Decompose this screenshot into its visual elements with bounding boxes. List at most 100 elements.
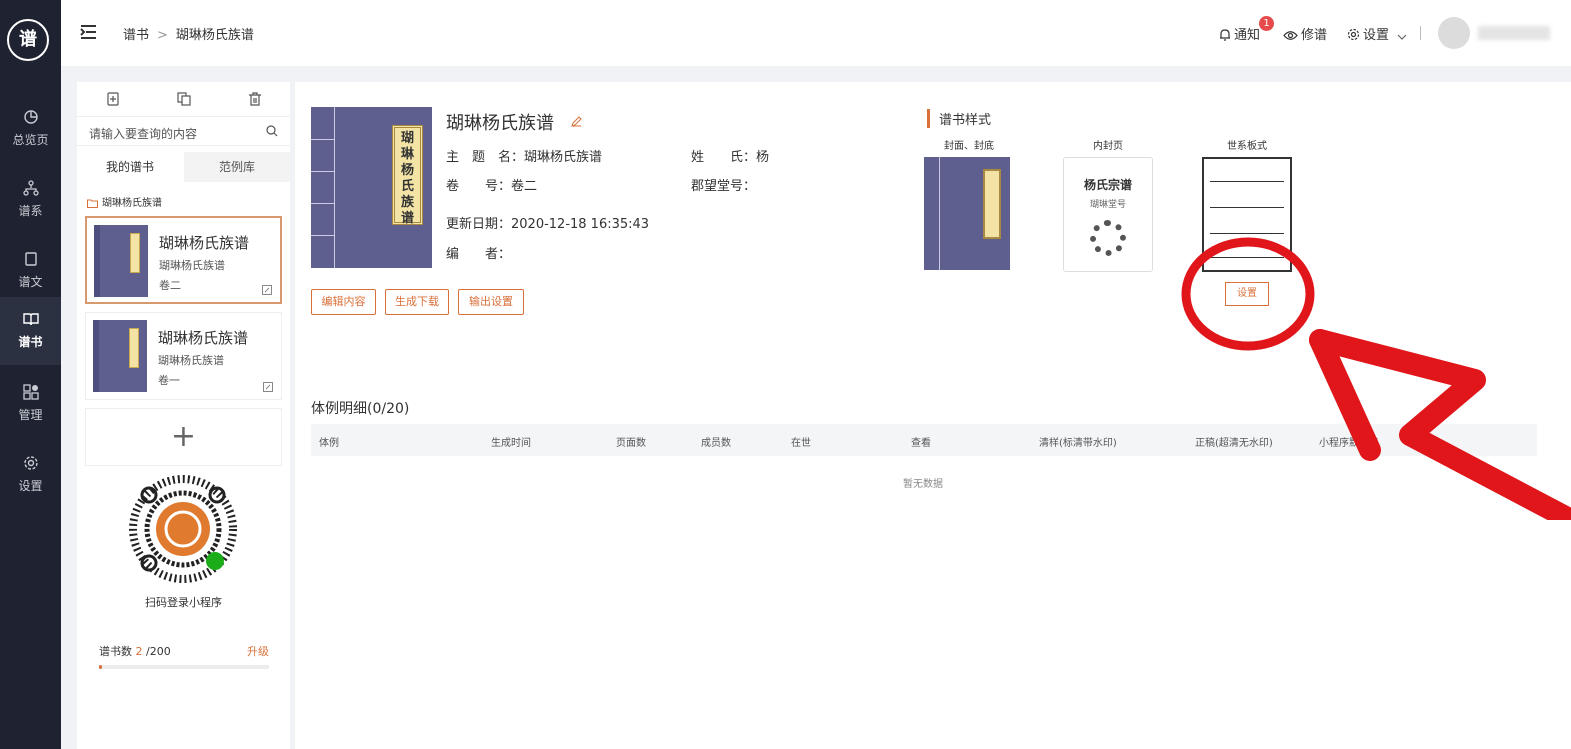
column-header: 页面数 — [616, 438, 646, 449]
detail-title: 体例明细(0/20) — [311, 401, 410, 417]
avatar[interactable] — [1438, 17, 1470, 49]
nav-item-settings[interactable]: 设置 — [0, 441, 61, 509]
bell-icon — [1220, 29, 1230, 41]
menu-toggle-icon[interactable] — [80, 24, 97, 40]
revise-button[interactable]: 修谱 — [1283, 24, 1327, 43]
copy-icon[interactable] — [177, 92, 191, 106]
grid-icon — [22, 384, 39, 400]
nav-label: 总览页 — [12, 133, 49, 147]
gear-icon — [1347, 28, 1360, 41]
edit-icon[interactable] — [262, 285, 272, 295]
inner-page-subtitle: 瑚琳堂号 — [1089, 200, 1126, 210]
book-title: 瑚琳杨氏族谱 — [158, 329, 249, 347]
username-blurred[interactable] — [1478, 26, 1550, 40]
folder-item[interactable]: 瑚琳杨氏族谱 — [87, 194, 162, 209]
search-input[interactable]: 请输入要查询的内容 — [77, 116, 290, 146]
nav-item-overview[interactable]: 总览页 — [0, 95, 61, 163]
quota-text: 谱书数 2 /200 — [99, 643, 171, 659]
field-volume: 卷 号：卷二 — [446, 179, 538, 194]
header-divider — [1420, 26, 1421, 40]
add-file-icon[interactable] — [106, 92, 120, 106]
cover-label: 瑚琳杨氏族谱 — [392, 125, 423, 226]
nav-item-books[interactable]: 谱书 — [0, 297, 61, 365]
cover-style-thumbnail[interactable] — [924, 157, 1010, 270]
quota-progress-bar — [99, 665, 269, 669]
pencil-icon[interactable] — [571, 116, 582, 127]
folder-label: 瑚琳杨氏族谱 — [102, 198, 162, 209]
book-name: 瑚琳杨氏族谱 — [446, 113, 554, 134]
field-surname: 姓 氏：杨 — [691, 150, 770, 165]
column-header: 清样(标清带水印) — [1039, 438, 1117, 449]
tab-examples[interactable]: 范例库 — [184, 152, 290, 182]
edit-content-button[interactable]: 编辑内容 — [311, 289, 376, 315]
notify-button[interactable]: 通知 1 — [1219, 16, 1274, 43]
nav-item-lineage[interactable]: 谱系 — [0, 166, 61, 234]
folder-icon — [87, 199, 98, 208]
book-subtitle: 瑚琳杨氏族谱 — [159, 259, 225, 272]
tab-my-books[interactable]: 我的谱书 — [77, 152, 183, 182]
column-header: 体例 — [319, 438, 339, 449]
book-card[interactable]: 瑚琳杨氏族谱 瑚琳杨氏族谱 卷一 — [85, 312, 282, 400]
book-list-panel: 请输入要查询的内容 我的谱书 范例库 瑚琳杨氏族谱 瑚琳杨氏族谱 瑚琳杨氏族谱 … — [77, 82, 290, 749]
nav-label: 谱书 — [18, 335, 43, 349]
book-volume: 卷一 — [158, 374, 180, 387]
output-settings-button[interactable]: 输出设置 — [458, 289, 524, 315]
chevron-down-icon — [1397, 34, 1407, 40]
breadcrumb: 谱书 > 瑚琳杨氏族谱 — [123, 24, 254, 43]
upgrade-link[interactable]: 升级 — [247, 643, 269, 659]
inner-page-title: 杨氏宗谱 — [1083, 178, 1132, 192]
settings-label: 设置 — [1363, 28, 1390, 43]
field-hall: 郡望堂号： — [691, 179, 757, 194]
nav-label: 管理 — [18, 408, 43, 422]
nav-item-text[interactable]: 谱文 — [0, 237, 61, 305]
notify-label: 通知 — [1234, 28, 1261, 43]
search-icon[interactable] — [266, 125, 278, 137]
main-nav: 谱 总览页 谱系 谱文 谱书 管理 设置 — [0, 0, 61, 749]
breadcrumb-separator: > — [157, 28, 168, 43]
quota-label: 谱书数 — [99, 645, 132, 658]
nav-label: 设置 — [18, 479, 43, 493]
breadcrumb-root[interactable]: 谱书 — [123, 28, 149, 43]
tree-icon — [22, 180, 39, 196]
book-cover-thumbnail — [93, 320, 147, 392]
book-title: 瑚琳杨氏族谱 — [159, 234, 250, 252]
add-book-button[interactable]: + — [85, 408, 282, 466]
caption-lineage: 世系板式 — [1227, 141, 1267, 152]
seal-image — [1090, 220, 1126, 256]
settings-dropdown[interactable]: 设置 — [1347, 24, 1410, 43]
column-header: 在世 — [791, 438, 811, 449]
qr-code-image — [129, 475, 237, 583]
nav-label: 谱系 — [18, 204, 43, 218]
book-tabs: 我的谱书 范例库 — [77, 152, 290, 182]
qr-label: 扫码登录小程序 — [145, 596, 222, 609]
column-header: 生成时间 — [491, 438, 531, 449]
inner-page-thumbnail[interactable]: 杨氏宗谱 瑚琳堂号 — [1063, 157, 1153, 272]
book-icon — [22, 313, 39, 326]
gear-icon — [23, 456, 38, 470]
eye-icon — [1283, 31, 1298, 40]
app-logo[interactable]: 谱 — [7, 19, 49, 61]
book-cover-thumbnail — [94, 225, 148, 297]
book-subtitle: 瑚琳杨氏族谱 — [158, 354, 224, 367]
generate-download-button[interactable]: 生成下载 — [385, 289, 449, 315]
quota-progress-fill — [99, 665, 103, 669]
trash-icon[interactable] — [248, 92, 262, 106]
annotation-circle-arrow — [1181, 237, 1571, 520]
top-header: 谱书 > 瑚琳杨氏族谱 通知 1 修谱 设置 — [61, 0, 1571, 66]
style-section-title: 谱书样式 — [927, 109, 991, 128]
notify-badge: 1 — [1259, 16, 1274, 31]
column-header: 成员数 — [701, 438, 731, 449]
field-theme: 主 题 名：瑚琳杨氏族谱 — [446, 150, 603, 165]
caption-cover: 封面、封底 — [944, 141, 994, 152]
document-icon — [24, 252, 37, 266]
book-volume: 卷二 — [159, 279, 181, 292]
book-cover: 瑚琳杨氏族谱 — [311, 107, 432, 268]
breadcrumb-current: 瑚琳杨氏族谱 — [175, 28, 254, 43]
revise-label: 修谱 — [1301, 28, 1328, 43]
book-card[interactable]: 瑚琳杨氏族谱 瑚琳杨氏族谱 卷二 — [85, 216, 282, 304]
nav-item-manage[interactable]: 管理 — [0, 370, 61, 438]
edit-icon[interactable] — [263, 382, 273, 392]
pie-chart-icon — [23, 110, 38, 124]
field-updated: 更新日期：2020-12-18 16:35:43 — [446, 217, 650, 232]
nav-label: 谱文 — [18, 275, 43, 289]
